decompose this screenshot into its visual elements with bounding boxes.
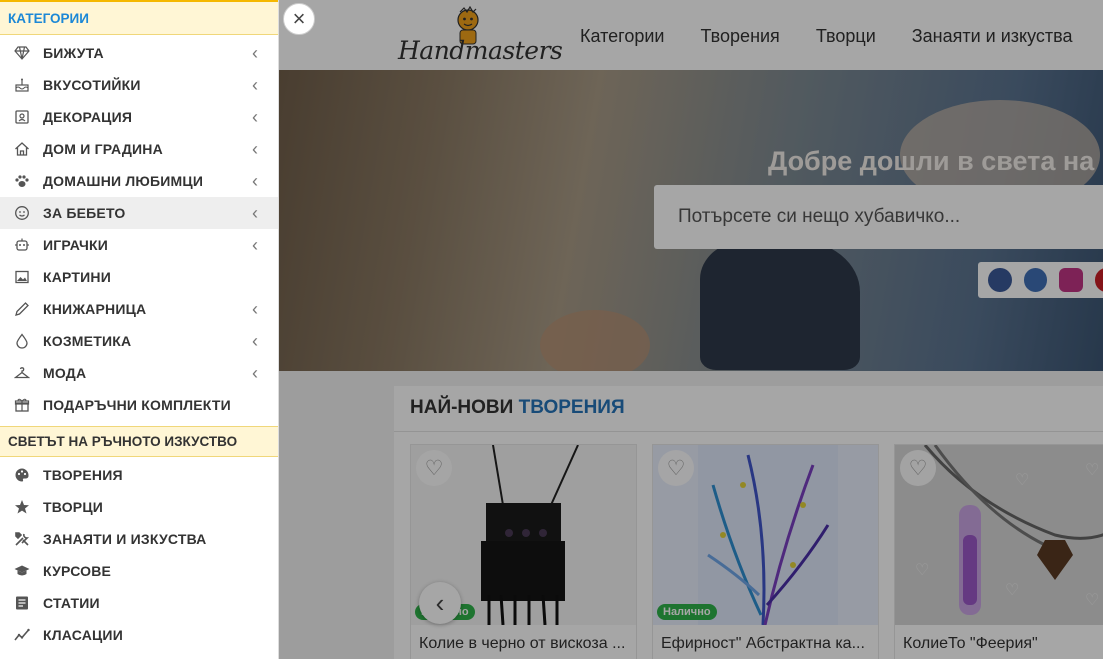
baby-face-icon (12, 203, 32, 223)
pencil-icon (12, 299, 32, 319)
categories-list: БИЖУТА ‹ ВКУСОТИЙКИ ‹ ДЕКОРАЦИЯ ‹ ДОМ И … (0, 37, 278, 421)
sidebar-item-courses[interactable]: КУРСОВЕ (0, 555, 278, 587)
sidebar-item-creations[interactable]: ТВОРЕНИЯ (0, 459, 278, 491)
picture-icon (12, 267, 32, 287)
sidebar-item-label: КАРТИНИ (43, 269, 111, 285)
trend-chart-icon (12, 625, 32, 645)
sidebar-item-label: ТВОРЦИ (43, 499, 104, 515)
sidebar-item-label: КНИЖАРНИЦА (43, 301, 147, 317)
gift-box-icon (12, 395, 32, 415)
world-list: ТВОРЕНИЯ ТВОРЦИ ЗАНАЯТИ И ИЗКУСТВА КУРСО… (0, 459, 278, 651)
chevron-left-icon[interactable]: ‹ (252, 139, 258, 160)
chevron-left-icon[interactable]: ‹ (252, 75, 258, 96)
sidebar-item-label: МОДА (43, 365, 87, 381)
sidebar-item-rankings[interactable]: КЛАСАЦИИ (0, 619, 278, 651)
article-icon (12, 593, 32, 613)
categories-heading: КАТЕГОРИИ (0, 0, 278, 35)
sidebar-item-label: ДОМ И ГРАДИНА (43, 141, 163, 157)
sidebar-item-bookstore[interactable]: КНИЖАРНИЦА ‹ (0, 293, 278, 325)
sidebar-item-creators[interactable]: ТВОРЦИ (0, 491, 278, 523)
sidebar-item-paintings[interactable]: КАРТИНИ (0, 261, 278, 293)
close-icon: × (292, 6, 306, 31)
sidebar-item-home-garden[interactable]: ДОМ И ГРАДИНА ‹ (0, 133, 278, 165)
sidebar-item-toys[interactable]: ИГРАЧКИ ‹ (0, 229, 278, 261)
chevron-left-icon[interactable]: ‹ (252, 363, 258, 384)
star-icon (12, 497, 32, 517)
sidebar-item-pets[interactable]: ДОМАШНИ ЛЮБИМЦИ ‹ (0, 165, 278, 197)
sidebar-item-label: КЛАСАЦИИ (43, 627, 123, 643)
sidebar-item-articles[interactable]: СТАТИИ (0, 587, 278, 619)
chevron-left-icon[interactable]: ‹ (252, 331, 258, 352)
chevron-left-icon[interactable]: ‹ (252, 43, 258, 64)
chevron-left-icon[interactable]: ‹ (252, 299, 258, 320)
cake-icon (12, 75, 32, 95)
sidebar-item-label: ТВОРЕНИЯ (43, 467, 123, 483)
chevron-left-icon[interactable]: ‹ (252, 107, 258, 128)
sidebar-item-baby[interactable]: ЗА БЕБЕТО ‹ (0, 197, 278, 229)
chevron-left-icon[interactable]: ‹ (252, 203, 258, 224)
close-menu-button[interactable]: × (283, 3, 315, 35)
chevron-left-icon[interactable]: ‹ (252, 235, 258, 256)
home-icon (12, 139, 32, 159)
sidebar-item-jewelry[interactable]: БИЖУТА ‹ (0, 37, 278, 69)
sidebar-item-fashion[interactable]: МОДА ‹ (0, 357, 278, 389)
sidebar-item-decoration[interactable]: ДЕКОРАЦИЯ ‹ (0, 101, 278, 133)
sidebar-item-label: ЗАНАЯТИ И ИЗКУСТВА (43, 531, 207, 547)
sidebar-item-label: ВКУСОТИЙКИ (43, 77, 141, 93)
chevron-left-icon[interactable]: ‹ (252, 171, 258, 192)
sidebar-item-label: ЗА БЕБЕТО (43, 205, 126, 221)
sidebar-item-label: ДЕКОРАЦИЯ (43, 109, 133, 125)
sidebar-item-label: СТАТИИ (43, 595, 100, 611)
palette-icon (12, 465, 32, 485)
robot-icon (12, 235, 32, 255)
sidebar-item-cosmetics[interactable]: КОЗМЕТИКА ‹ (0, 325, 278, 357)
sidebar-item-label: ДОМАШНИ ЛЮБИМЦИ (43, 173, 204, 189)
sidebar-item-gift-sets[interactable]: ПОДАРЪЧНИ КОМПЛЕКТИ (0, 389, 278, 421)
sidebar-item-sweets[interactable]: ВКУСОТИЙКИ ‹ (0, 69, 278, 101)
sidebar-item-label: КОЗМЕТИКА (43, 333, 132, 349)
category-sidebar: КАТЕГОРИИ БИЖУТА ‹ ВКУСОТИЙКИ ‹ ДЕКОРАЦИ… (0, 0, 279, 659)
sidebar-item-label: БИЖУТА (43, 45, 104, 61)
paw-icon (12, 171, 32, 191)
graduation-cap-icon (12, 561, 32, 581)
decor-frame-icon (12, 107, 32, 127)
diamond-icon (12, 43, 32, 63)
sidebar-item-label: ИГРАЧКИ (43, 237, 108, 253)
world-heading: СВЕТЪТ НА РЪЧНОТО ИЗКУСТВО (0, 426, 278, 457)
sidebar-item-crafts[interactable]: ЗАНАЯТИ И ИЗКУСТВА (0, 523, 278, 555)
drop-icon (12, 331, 32, 351)
sidebar-item-label: КУРСОВЕ (43, 563, 112, 579)
sidebar-item-label: ПОДАРЪЧНИ КОМПЛЕКТИ (43, 397, 231, 413)
hanger-icon (12, 363, 32, 383)
tools-icon (12, 529, 32, 549)
